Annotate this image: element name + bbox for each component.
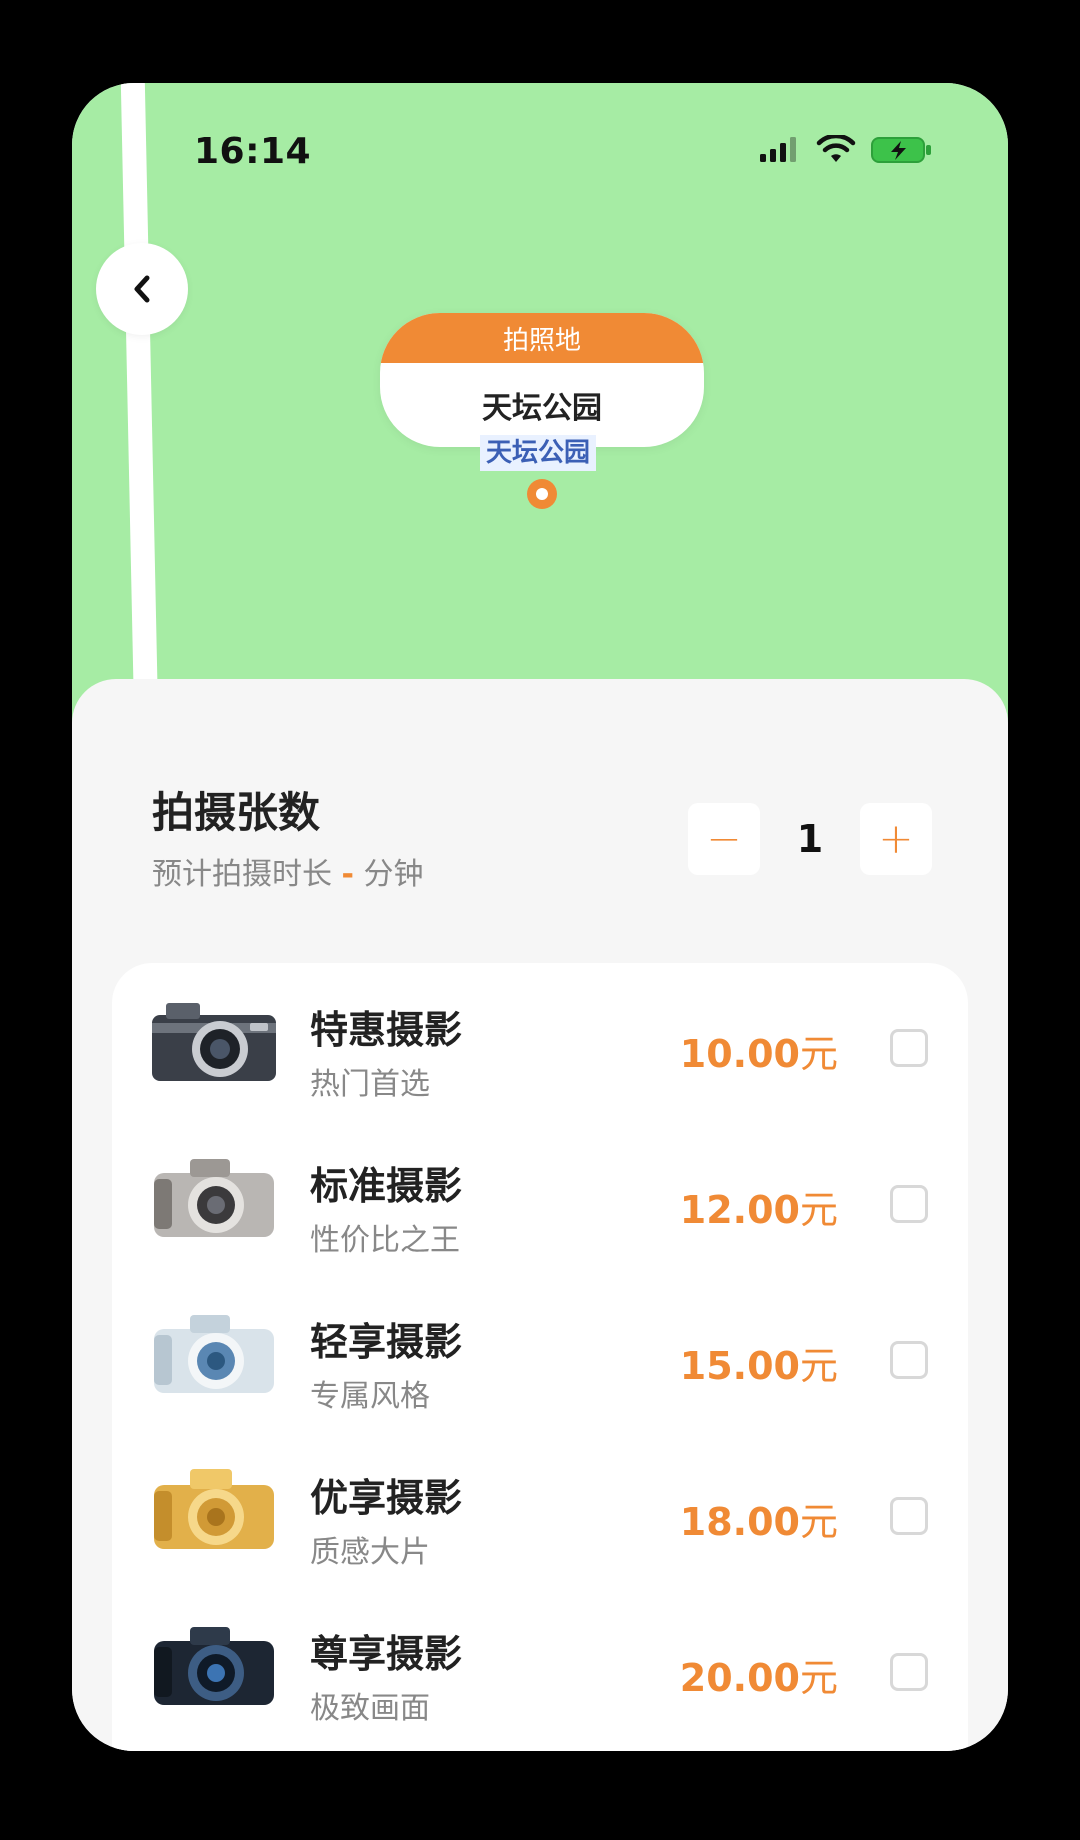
estimated-duration: 预计拍摄时长 - 分钟: [152, 849, 424, 893]
price-unit: 元: [799, 1188, 838, 1232]
photo-count-value: 1: [796, 817, 824, 861]
price-unit: 元: [799, 1344, 838, 1388]
package-item[interactable]: 轻享摄影 专属风格 15.00元: [112, 1275, 968, 1431]
package-item[interactable]: 优享摄影 质感大片 18.00元: [112, 1431, 968, 1587]
battery-charging-icon: [871, 137, 931, 163]
location-pin-icon: [527, 479, 557, 509]
package-desc: 性价比之王: [310, 1223, 460, 1258]
package-item[interactable]: 特惠摄影 热门首选 10.00元: [112, 963, 968, 1119]
phone-screen: 16:14 拍照地 天坛公园 天坛公园 拍摄张数 预计拍摄时长 - 分钟 − 1…: [72, 83, 1008, 1751]
package-list: 特惠摄影 热门首选 10.00元 标准摄影 性价比之王 12.00元 轻享摄影 …: [112, 963, 968, 1751]
package-checkbox[interactable]: [890, 1029, 928, 1067]
decrement-button[interactable]: −: [688, 803, 760, 875]
price-value: 15.00: [679, 1344, 800, 1388]
package-price: 12.00元: [680, 1179, 838, 1234]
package-price: 15.00元: [680, 1335, 838, 1390]
signal-icon: [760, 137, 796, 162]
price-value: 18.00: [679, 1500, 800, 1544]
package-desc: 专属风格: [310, 1379, 430, 1414]
wifi-icon: [816, 135, 856, 162]
package-name: 尊享摄影: [310, 1632, 463, 1676]
package-checkbox[interactable]: [890, 1653, 928, 1691]
gold-camera-icon: [154, 1469, 274, 1549]
package-price: 20.00元: [680, 1647, 838, 1702]
package-price: 18.00元: [680, 1491, 838, 1546]
package-desc: 极致画面: [310, 1691, 430, 1726]
package-item[interactable]: 标准摄影 性价比之王 12.00元: [112, 1119, 968, 1275]
price-value: 20.00: [679, 1656, 800, 1700]
marker-header: 拍照地: [380, 313, 704, 363]
status-time: 16:14: [194, 131, 312, 172]
package-name: 轻享摄影: [310, 1320, 463, 1364]
price-unit: 元: [799, 1656, 838, 1700]
package-name: 标准摄影: [310, 1164, 463, 1208]
price-value: 12.00: [679, 1188, 800, 1232]
package-checkbox[interactable]: [890, 1341, 928, 1379]
back-button[interactable]: [96, 243, 188, 335]
package-price: 10.00元: [680, 1023, 838, 1078]
location-marker-card[interactable]: 拍照地 天坛公园: [380, 313, 704, 447]
bottom-sheet: 拍摄张数 预计拍摄时长 - 分钟 − 1 + 特惠摄影 热门首选 10.00元 …: [72, 679, 1008, 1751]
package-name: 优享摄影: [310, 1476, 463, 1520]
dark-camera-icon: [152, 1003, 276, 1081]
blue-camera-icon: [154, 1315, 274, 1393]
status-bar: 16:14: [72, 119, 1008, 179]
photo-count-stepper: − 1 +: [688, 803, 932, 875]
photo-count-title: 拍摄张数: [152, 788, 321, 837]
package-checkbox[interactable]: [890, 1497, 928, 1535]
black-camera-icon: [154, 1627, 274, 1705]
map-poi-label: 天坛公园: [480, 435, 597, 471]
package-name: 特惠摄影: [310, 1008, 463, 1052]
chevron-left-icon: [134, 275, 150, 303]
price-unit: 元: [799, 1032, 838, 1076]
price-unit: 元: [799, 1500, 838, 1544]
duration-prefix: 预计拍摄时长: [152, 857, 332, 892]
package-desc: 热门首选: [310, 1067, 430, 1102]
package-desc: 质感大片: [310, 1535, 430, 1570]
status-icons: [758, 133, 934, 167]
package-checkbox[interactable]: [890, 1185, 928, 1223]
silver-camera-icon: [154, 1159, 274, 1237]
duration-value: -: [341, 857, 354, 892]
package-item[interactable]: 尊享摄影 极致画面 20.00元: [112, 1587, 968, 1743]
duration-unit: 分钟: [363, 857, 424, 892]
price-value: 10.00: [679, 1032, 800, 1076]
increment-button[interactable]: +: [860, 803, 932, 875]
